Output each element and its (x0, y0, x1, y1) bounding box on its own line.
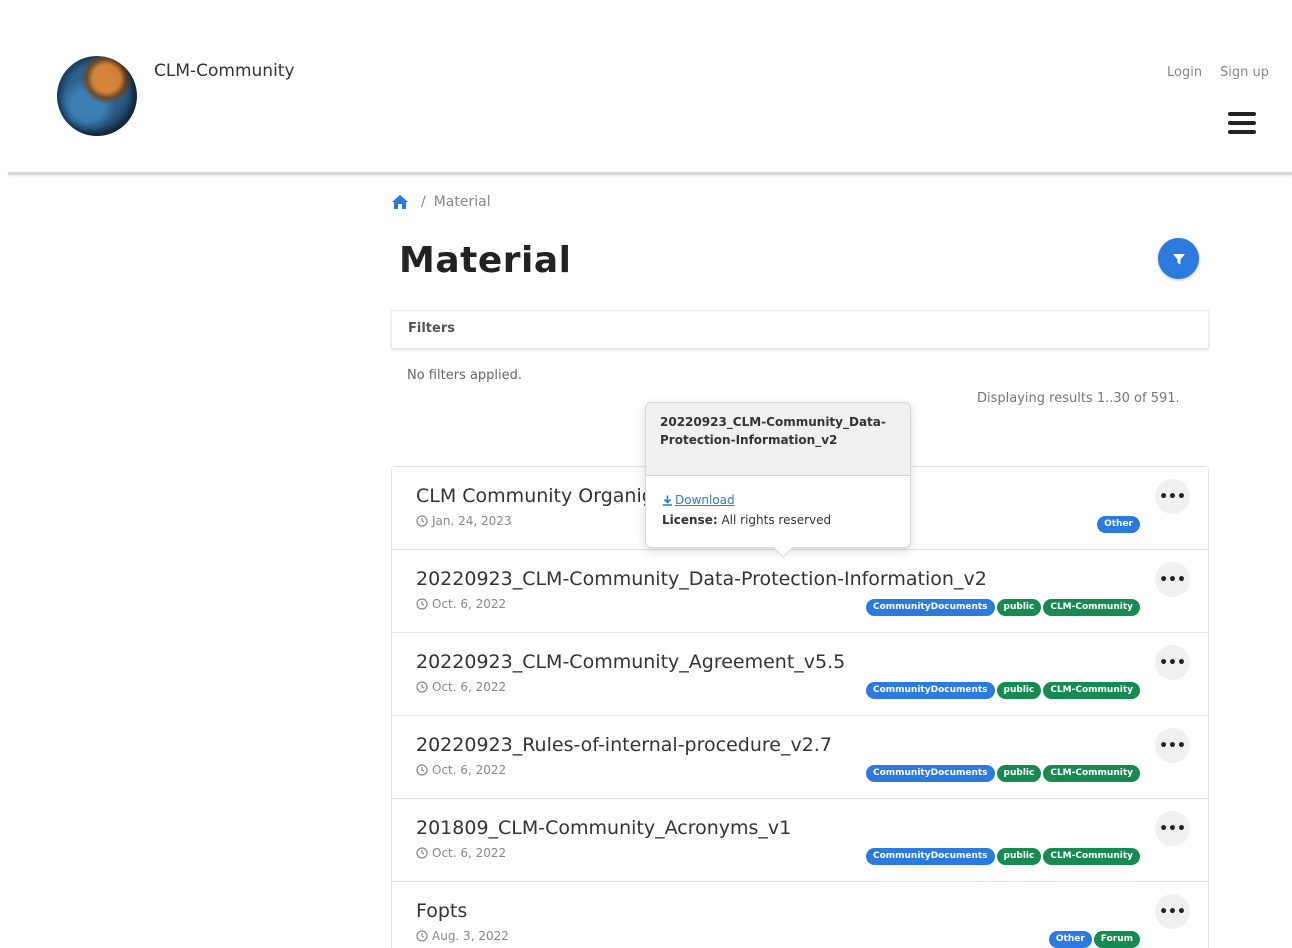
material-item[interactable]: 20220923_CLM-Community_Data-Protection-I… (392, 550, 1208, 633)
more-horizontal-icon[interactable]: ••• (1155, 562, 1190, 597)
tag-badge[interactable]: public (996, 848, 1042, 865)
more-horizontal-icon[interactable]: ••• (1155, 728, 1190, 763)
license-value: All rights reserved (721, 512, 832, 527)
breadcrumb: / Material (391, 194, 491, 210)
site-header: CLM-Community Login Sign up (0, 0, 1292, 176)
tag-badge[interactable]: CLM-Community (1043, 848, 1140, 865)
material-date: Oct. 6, 2022 (416, 763, 506, 777)
license-line: License: All rights reserved (662, 513, 894, 527)
site-name[interactable]: CLM-Community (154, 61, 295, 81)
download-popover: 20220923_CLM-Community_Data-Protection-I… (645, 402, 911, 558)
tag-badge[interactable]: CLM-Community (1043, 682, 1140, 699)
clock-icon (416, 515, 428, 527)
tag-badge[interactable]: Other (1097, 516, 1140, 533)
more-horizontal-icon[interactable]: ••• (1155, 479, 1190, 514)
hamburger-bar (1228, 130, 1256, 134)
download-icon (663, 495, 672, 506)
filters-status: No filters applied. (407, 368, 523, 383)
tag-badge[interactable]: Other (1048, 931, 1092, 948)
tag-badge[interactable]: CommunityDocuments (865, 599, 995, 616)
tag-badges: CommunityDocuments public CLM-Community (865, 682, 1140, 699)
material-title[interactable]: 201809_CLM-Community_Acronyms_v1 (416, 817, 791, 839)
filter-button[interactable] (1158, 238, 1199, 279)
tag-badge[interactable]: CLM-Community (1043, 765, 1140, 782)
filters-heading: Filters (408, 321, 455, 336)
material-title[interactable]: 20220923_CLM-Community_Agreement_v5.5 (416, 651, 845, 673)
clock-icon (416, 598, 428, 610)
material-date-text: Aug. 3, 2022 (432, 929, 509, 943)
tag-badge[interactable]: Forum (1093, 931, 1140, 948)
tag-badge[interactable]: public (996, 682, 1042, 699)
tag-badge[interactable]: CLM-Community (1043, 599, 1140, 616)
download-label: Download (675, 493, 735, 507)
page-title: Material (399, 240, 572, 281)
hamburger-icon[interactable] (1228, 112, 1256, 138)
material-date: Aug. 3, 2022 (416, 929, 509, 943)
material-date-text: Jan. 24, 2023 (432, 514, 512, 528)
material-item[interactable]: 20220923_Rules-of-internal-procedure_v2.… (392, 716, 1208, 799)
material-date-text: Oct. 6, 2022 (432, 597, 507, 611)
material-date: Oct. 6, 2022 (416, 846, 506, 860)
clock-icon (416, 847, 428, 859)
tag-badge[interactable]: public (996, 599, 1042, 616)
material-title[interactable]: 20220923_CLM-Community_Data-Protection-I… (416, 568, 987, 590)
material-item[interactable]: Fopts Aug. 3, 2022 ••• Other Forum (392, 882, 1208, 948)
material-date: Oct. 6, 2022 (416, 680, 506, 694)
popover-title: 20220923_CLM-Community_Data-Protection-I… (646, 403, 910, 476)
material-title[interactable]: Fopts (416, 900, 467, 922)
material-date: Jan. 24, 2023 (416, 514, 512, 528)
material-date-text: Oct. 6, 2022 (432, 680, 507, 694)
tag-badge[interactable]: public (996, 765, 1042, 782)
breadcrumb-current: Material (433, 194, 491, 210)
more-horizontal-icon[interactable]: ••• (1155, 894, 1190, 929)
hamburger-bar (1228, 112, 1256, 116)
filter-icon (1172, 253, 1185, 264)
login-link[interactable]: Login (1167, 65, 1202, 80)
material-item[interactable]: 20220923_CLM-Community_Agreement_v5.5 Oct… (392, 633, 1208, 716)
tag-badges: CommunityDocuments public CLM-Community (865, 599, 1140, 616)
download-link[interactable]: Download (662, 493, 735, 507)
popover-body: Download License: All rights reserved (646, 476, 910, 544)
material-date: Oct. 6, 2022 (416, 597, 506, 611)
tag-badges: Other (1097, 516, 1140, 533)
result-count: Displaying results 1..30 of 591. (977, 391, 1180, 406)
material-title[interactable]: 20220923_Rules-of-internal-procedure_v2.… (416, 734, 832, 756)
tag-badges: CommunityDocuments public CLM-Community (865, 848, 1140, 865)
clock-icon (416, 930, 428, 942)
header-divider (8, 172, 1292, 175)
clock-icon (416, 764, 428, 776)
filters-card[interactable]: Filters (391, 310, 1209, 348)
more-horizontal-icon[interactable]: ••• (1155, 811, 1190, 846)
tag-badge[interactable]: CommunityDocuments (865, 765, 995, 782)
more-horizontal-icon[interactable]: ••• (1155, 645, 1190, 680)
tag-badge[interactable]: CommunityDocuments (865, 848, 995, 865)
breadcrumb-separator: / (421, 194, 426, 210)
clock-icon (416, 681, 428, 693)
signup-link[interactable]: Sign up (1220, 65, 1269, 80)
tag-badges: Other Forum (1048, 931, 1140, 948)
license-key: License: (662, 512, 718, 527)
globe-logo[interactable] (57, 56, 137, 136)
material-date-text: Oct. 6, 2022 (432, 846, 507, 860)
material-date-text: Oct. 6, 2022 (432, 763, 507, 777)
tag-badges: CommunityDocuments public CLM-Community (865, 765, 1140, 782)
home-icon[interactable] (391, 194, 409, 210)
hamburger-bar (1228, 121, 1256, 125)
tag-badge[interactable]: CommunityDocuments (865, 682, 995, 699)
material-item[interactable]: 201809_CLM-Community_Acronyms_v1 Oct. 6, … (392, 799, 1208, 882)
